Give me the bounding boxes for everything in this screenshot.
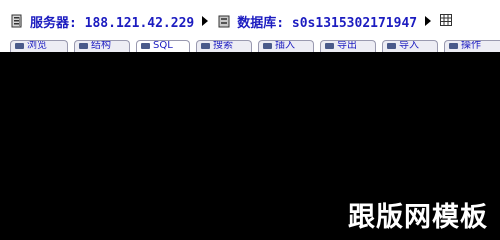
tab-sql[interactable]: SQL xyxy=(136,40,190,52)
server-icon xyxy=(10,14,24,28)
tab-strip: 浏览 结构 SQL 搜索 插入 导出 导入 操作 xyxy=(0,38,500,52)
table-icon[interactable] xyxy=(440,14,454,28)
structure-icon xyxy=(79,43,88,49)
triangle-right-icon xyxy=(202,16,209,26)
server-link[interactable]: 服务器: 188.121.42.229 xyxy=(30,12,194,31)
tab-label: 导出 xyxy=(337,40,357,51)
tab-import[interactable]: 导入 xyxy=(382,40,438,52)
triangle-right-icon xyxy=(425,16,432,26)
database-link[interactable]: 数据库: s0s1315302171947 xyxy=(237,12,417,31)
tab-structure[interactable]: 结构 xyxy=(74,40,130,52)
tab-label: 搜索 xyxy=(213,40,233,51)
insert-icon xyxy=(263,43,272,49)
watermark: 跟版网模板 xyxy=(348,202,488,233)
tab-browse[interactable]: 浏览 xyxy=(10,40,68,52)
browse-icon xyxy=(15,43,24,49)
tab-label: 结构 xyxy=(91,40,111,51)
import-icon xyxy=(387,43,396,49)
search-icon xyxy=(201,43,210,49)
tab-export[interactable]: 导出 xyxy=(320,40,376,52)
server-breadcrumb-bar: 服务器: 188.121.42.229 数据库: s0s131530217194… xyxy=(0,0,500,40)
tab-label: 浏览 xyxy=(27,40,47,51)
breadcrumb: 服务器: 188.121.42.229 数据库: s0s131530217194… xyxy=(10,10,460,32)
tab-label: SQL xyxy=(153,40,173,51)
sql-icon xyxy=(141,43,150,49)
tab-label: 操作 xyxy=(461,40,481,51)
tab-label: 插入 xyxy=(275,40,295,51)
tab-search[interactable]: 搜索 xyxy=(196,40,252,52)
page: 服务器: 188.121.42.229 数据库: s0s131530217194… xyxy=(0,0,500,240)
tab-insert[interactable]: 插入 xyxy=(258,40,314,52)
tab-label: 导入 xyxy=(399,40,419,51)
export-icon xyxy=(325,43,334,49)
database-icon xyxy=(217,14,231,28)
tab-operations[interactable]: 操作 xyxy=(444,40,500,52)
operations-icon xyxy=(449,43,458,49)
